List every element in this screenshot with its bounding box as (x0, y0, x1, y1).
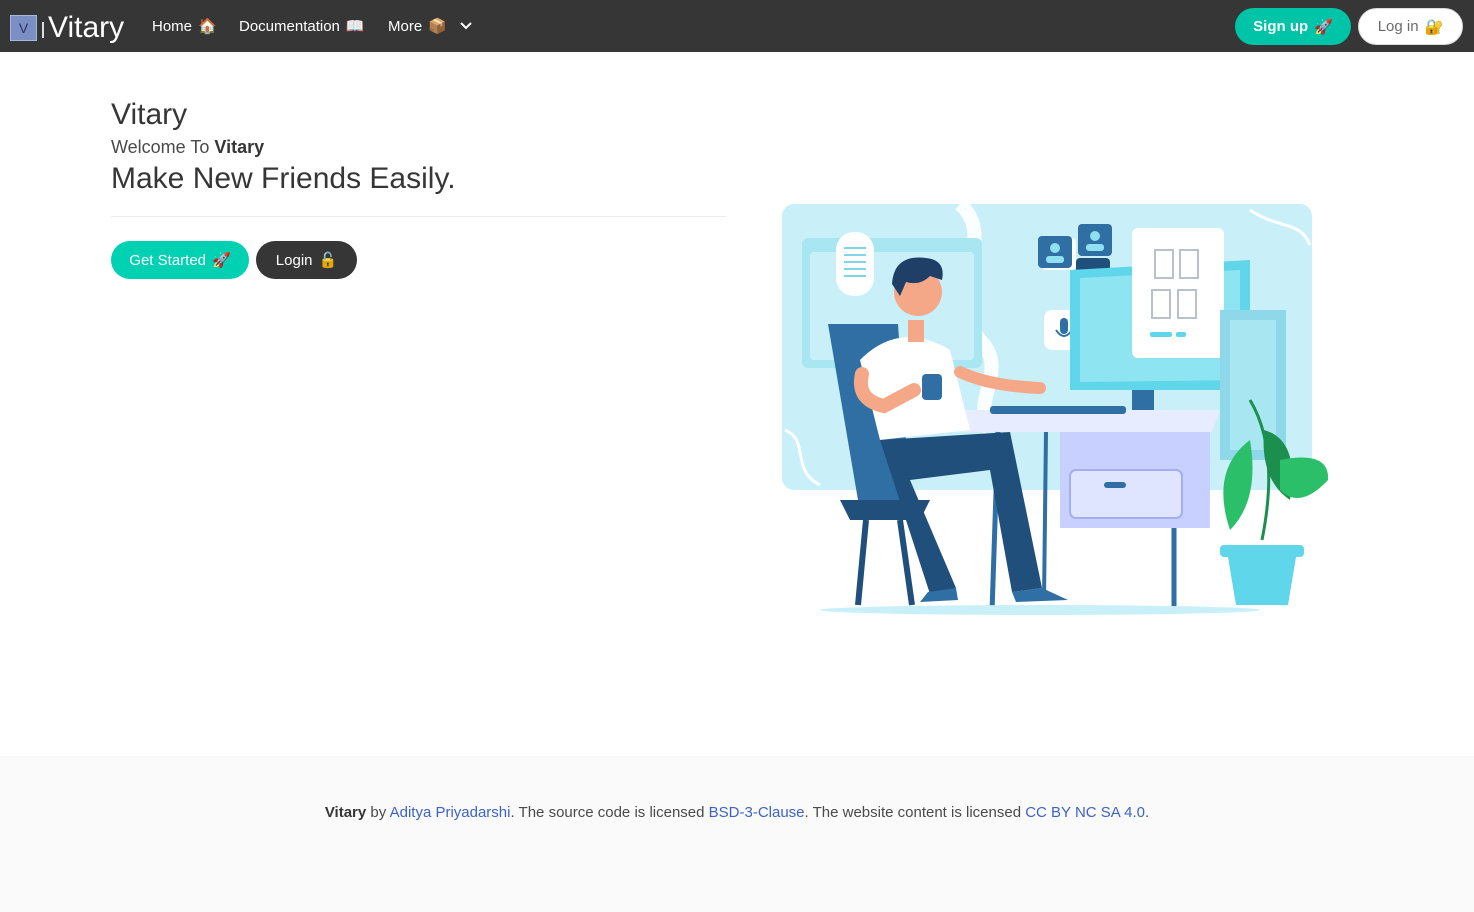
brand-link[interactable]: V Vitary (10, 13, 124, 43)
book-icon: 📖 (345, 18, 365, 35)
nav-home[interactable]: Home 🏠 (152, 17, 217, 36)
author-link[interactable]: Aditya Priyadarshi (390, 804, 511, 821)
rocket-icon: 🚀 (212, 252, 231, 269)
unlock-icon: 🔓 (318, 252, 338, 269)
login-nav-label: Log in (1377, 18, 1419, 35)
top-navbar: V Vitary Home 🏠 Documentation 📖 More 📦 S… (0, 0, 1474, 52)
footer: Vitary by Aditya Priyadarshi. The source… (0, 756, 1474, 912)
brand-logo-icon: V (10, 15, 37, 41)
hero-tagline: Make New Friends Easily. (111, 162, 456, 195)
content-license-link[interactable]: CC BY NC SA 4.0 (1025, 804, 1145, 821)
nav-documentation[interactable]: Documentation 📖 (239, 17, 365, 36)
footer-by: by (366, 804, 390, 821)
footer-text: Vitary by Aditya Priyadarshi. The source… (0, 804, 1474, 821)
hero-illustration (782, 200, 1329, 615)
rocket-icon: 🚀 (1314, 18, 1333, 36)
house-icon: 🏠 (198, 18, 217, 35)
chevron-down-icon (460, 22, 472, 30)
login-label: Login (275, 251, 313, 269)
hero-welcome: Welcome To Vitary (111, 137, 264, 158)
welcome-brand: Vitary (214, 137, 265, 157)
welcome-prefix: Welcome To (111, 137, 215, 157)
footer-text-3: . (1145, 804, 1150, 821)
brand-divider (42, 22, 44, 38)
hero-title: Vitary (111, 98, 188, 131)
get-started-label: Get Started (129, 251, 207, 269)
nav-more-dropdown[interactable]: More 📦 (388, 17, 473, 35)
get-started-button[interactable]: Get Started 🚀 (111, 241, 249, 279)
package-icon: 📦 (428, 18, 447, 35)
footer-text-1: . The source code is licensed (510, 804, 709, 821)
login-nav-button[interactable]: Log in 🔐 (1358, 8, 1463, 45)
login-button[interactable]: Login 🔓 (256, 241, 357, 279)
signup-button[interactable]: Sign up 🚀 (1235, 8, 1351, 45)
lock-key-icon: 🔐 (1424, 18, 1444, 36)
footer-text-2: . The website content is licensed (804, 804, 1026, 821)
footer-brand: Vitary (324, 804, 367, 821)
code-license-link[interactable]: BSD-3-Clause (709, 804, 805, 821)
nav-documentation-label: Documentation (239, 17, 340, 35)
nav-home-label: Home (152, 17, 193, 35)
nav-more-label: More (388, 17, 423, 35)
brand-name: Vitary (48, 11, 125, 44)
signup-label: Sign up (1253, 18, 1309, 35)
hero-divider (111, 216, 726, 217)
